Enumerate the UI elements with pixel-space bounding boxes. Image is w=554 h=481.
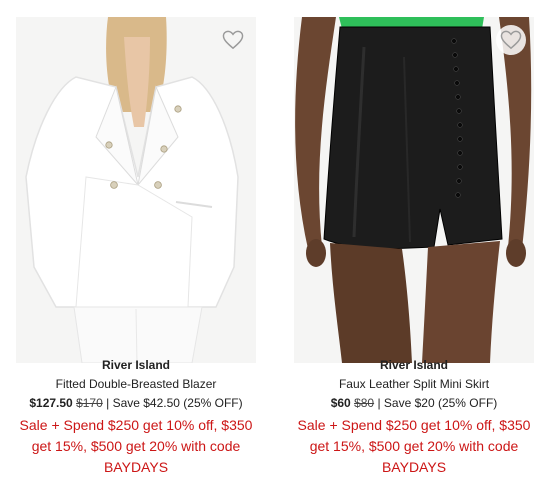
product-brand[interactable]: River Island (294, 357, 534, 373)
blazer-photo (16, 17, 256, 363)
sale-price: $60 (330, 396, 351, 410)
promo-text: Sale + Spend $250 get 10% off, $350 get … (297, 417, 531, 475)
product-card-skirt[interactable]: River Island Faux Leather Split Mini Ski… (294, 0, 534, 475)
heart-outline-icon (222, 30, 244, 50)
wishlist-button[interactable] (496, 25, 526, 55)
product-image-blazer[interactable] (16, 17, 256, 363)
heart-outline-icon (500, 30, 522, 50)
product-brand[interactable]: River Island (16, 357, 256, 373)
skirt-photo (294, 17, 534, 363)
savings-text: | Save $42.50 (25% OFF) (106, 396, 243, 410)
wishlist-button[interactable] (218, 25, 248, 55)
product-grid: River Island Fitted Double-Breasted Blaz… (0, 0, 554, 481)
product-card-blazer[interactable]: River Island Fitted Double-Breasted Blaz… (16, 0, 256, 475)
product-price: $60 $80 | Save $20 (25% OFF) (294, 394, 534, 412)
sale-price: $127.50 (29, 396, 73, 410)
product-name[interactable]: Faux Leather Split Mini Skirt (294, 375, 534, 393)
product-info: River Island Fitted Double-Breasted Blaz… (16, 357, 256, 478)
original-price: $170 (76, 396, 103, 410)
product-info: River Island Faux Leather Split Mini Ski… (294, 357, 534, 478)
product-price: $127.50 $170 | Save $42.50 (25% OFF) (16, 394, 256, 412)
product-image-skirt[interactable] (294, 17, 534, 363)
original-price: $80 (354, 396, 375, 410)
product-name[interactable]: Fitted Double-Breasted Blazer (16, 375, 256, 393)
savings-text: | Save $20 (25% OFF) (377, 396, 498, 410)
promo-text: Sale + Spend $250 get 10% off, $350 get … (19, 417, 253, 475)
